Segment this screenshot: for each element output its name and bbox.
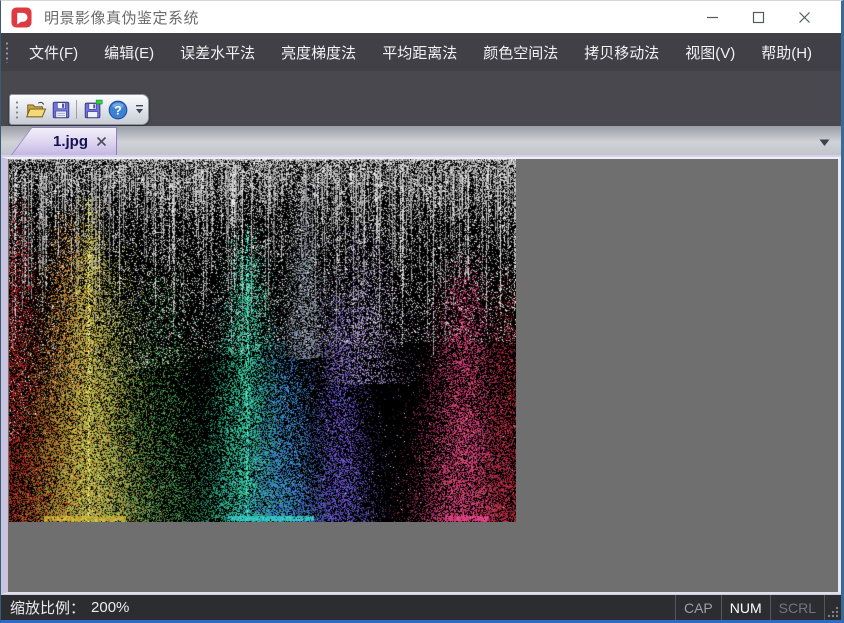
keyboard-indicators: CAP NUM SCRL xyxy=(675,595,841,620)
menu-item-view[interactable]: 视图(V) xyxy=(672,34,748,71)
menu-item-help[interactable]: 帮助(H) xyxy=(748,34,825,71)
tab-list-dropdown-button[interactable] xyxy=(819,135,830,150)
zoom-value: 200% xyxy=(91,599,129,616)
toolbar-overflow-button[interactable] xyxy=(133,97,146,122)
status-bar: 缩放比例： 200% CAP NUM SCRL xyxy=(1,594,841,620)
toolbar-separator xyxy=(76,100,77,119)
close-icon xyxy=(798,11,811,24)
toolbar-grip[interactable] xyxy=(14,100,19,119)
menubar-grip[interactable] xyxy=(4,41,9,63)
chevron-down-icon xyxy=(819,139,830,147)
title-bar: 明景影像真伪鉴定系统 xyxy=(1,1,841,33)
minimize-icon xyxy=(706,11,719,24)
toolbar: ? xyxy=(9,94,149,125)
close-icon xyxy=(96,136,107,147)
tab-bar: 1.jpg xyxy=(1,126,841,157)
save-as-button[interactable] xyxy=(80,97,105,122)
menu-item-color-space[interactable]: 颜色空间法 xyxy=(470,34,571,71)
minimize-button[interactable] xyxy=(689,1,735,33)
indicator-scrl: SCRL xyxy=(770,595,825,620)
folder-open-icon xyxy=(25,99,47,121)
tab-label: 1.jpg xyxy=(53,133,88,150)
close-button[interactable] xyxy=(781,1,827,33)
document-area xyxy=(1,157,841,594)
zoom-status: 缩放比例： 200% xyxy=(1,597,129,618)
indicator-num: NUM xyxy=(721,595,770,620)
menu-item-copy-move[interactable]: 拷贝移动法 xyxy=(571,34,672,71)
menu-item-edit[interactable]: 编辑(E) xyxy=(91,34,167,71)
save-button[interactable] xyxy=(48,97,73,122)
zoom-label: 缩放比例： xyxy=(10,597,85,618)
window-controls xyxy=(689,1,841,33)
document-image xyxy=(9,159,516,522)
help-icon: ? xyxy=(107,99,129,121)
window-title: 明景影像真伪鉴定系统 xyxy=(44,7,199,28)
tab-1jpg-surface: 1.jpg xyxy=(12,128,116,155)
open-file-button[interactable] xyxy=(23,97,48,122)
resize-grip-icon xyxy=(827,606,839,618)
help-button[interactable]: ? xyxy=(105,97,130,122)
maximize-button[interactable] xyxy=(735,1,781,33)
menu-item-mean-distance[interactable]: 平均距离法 xyxy=(369,34,470,71)
menu-item-luminance-grad[interactable]: 亮度梯度法 xyxy=(268,34,369,71)
maximize-icon xyxy=(752,11,765,24)
document-viewport[interactable] xyxy=(8,159,838,592)
app-logo-icon xyxy=(11,7,32,28)
menu-bar: 文件(F) 编辑(E) 误差水平法 亮度梯度法 平均距离法 颜色空间法 拷贝移动… xyxy=(1,33,841,71)
save-as-icon xyxy=(82,99,104,121)
tab-close-button[interactable] xyxy=(96,136,107,147)
menu-item-error-level[interactable]: 误差水平法 xyxy=(167,34,268,71)
app-window: 明景影像真伪鉴定系统 文件(F) 编辑(E) xyxy=(0,0,844,623)
tool-band: ? xyxy=(1,71,841,126)
toolbar-overflow-icon xyxy=(135,104,144,115)
resize-grip[interactable] xyxy=(825,595,841,620)
indicator-cap: CAP xyxy=(675,595,721,620)
save-icon xyxy=(50,99,72,121)
tab-1jpg[interactable]: 1.jpg xyxy=(11,127,117,155)
menu-item-file[interactable]: 文件(F) xyxy=(16,34,91,71)
svg-text:?: ? xyxy=(114,103,122,117)
